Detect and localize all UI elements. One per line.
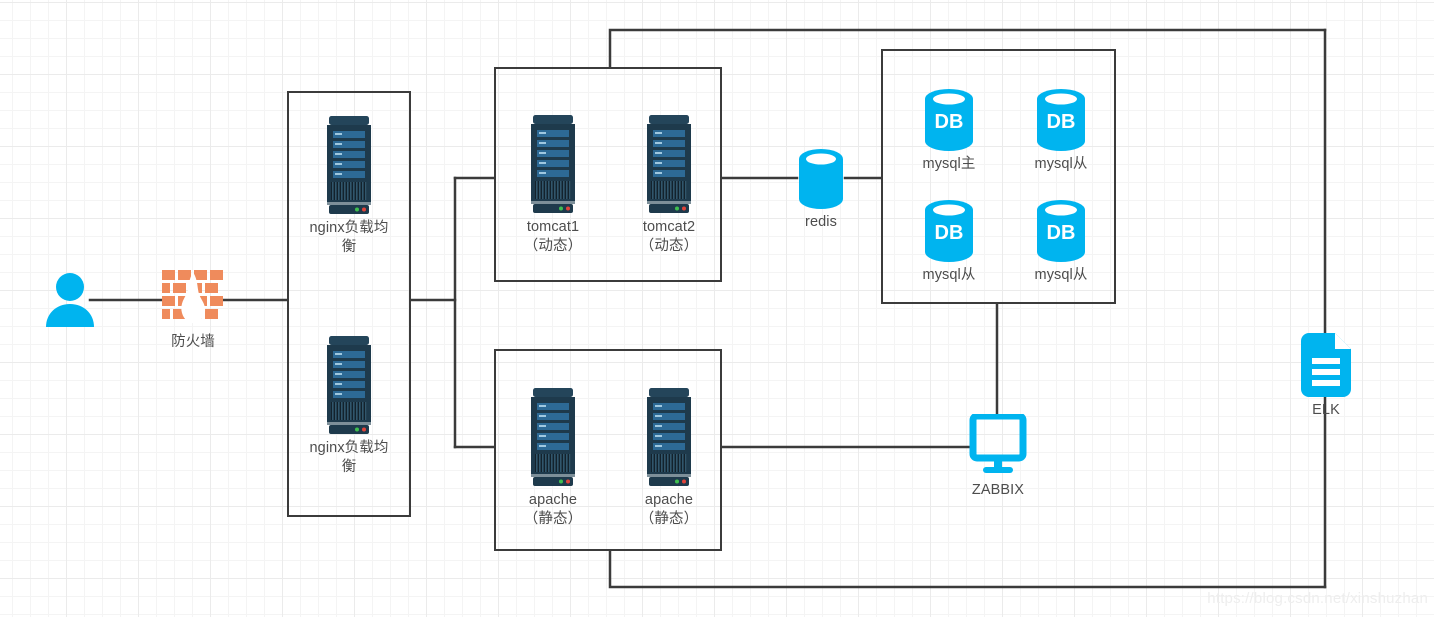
node-firewall[interactable]: 防火墙: [161, 270, 225, 352]
node-apache2-label: apache （静态）: [639, 492, 699, 527]
wire-apache-bottom-to-elk: [608, 549, 1327, 589]
node-nginx1-label: nginx负载均 衡: [309, 220, 389, 255]
node-redis-label: redis: [805, 214, 837, 230]
node-mysql-slave3-label: mysql从: [1034, 267, 1088, 283]
server-icon: [531, 115, 575, 213]
server-icon: [647, 115, 691, 213]
node-apache2[interactable]: apache （静态）: [625, 388, 713, 528]
svg-text:DB: DB: [935, 111, 964, 133]
node-elk[interactable]: ELK: [1297, 332, 1355, 420]
node-mysql-slave2[interactable]: DB mysql从: [913, 199, 985, 285]
server-icon: [327, 336, 371, 434]
db-cylinder-icon: DB: [925, 200, 973, 262]
node-mysql-slave1[interactable]: DB mysql从: [1025, 88, 1097, 174]
watermark: https://blog.csdn.net/xinshuzhan: [1207, 590, 1428, 607]
server-icon: [647, 388, 691, 486]
node-tomcat1-label: tomcat1 （动态）: [523, 219, 583, 254]
node-mysql-master-label: mysql主: [922, 156, 976, 172]
node-tomcat2-label: tomcat2 （动态）: [639, 219, 699, 254]
server-icon: [327, 116, 371, 214]
svg-text:DB: DB: [1047, 111, 1076, 133]
node-nginx2[interactable]: nginx负载均 衡: [300, 336, 398, 476]
node-mysql-master[interactable]: DB mysql主: [913, 88, 985, 174]
node-nginx2-label: nginx负载均 衡: [309, 440, 389, 475]
firewall-icon: [162, 270, 223, 323]
monitor-icon: [969, 414, 1027, 473]
node-firewall-label: 防火墙: [171, 334, 215, 350]
node-redis[interactable]: redis: [793, 148, 849, 232]
node-mysql-slave1-label: mysql从: [1034, 156, 1088, 172]
node-tomcat2[interactable]: tomcat2 （动态）: [625, 115, 713, 255]
diagram-canvas: 防火墙 nginx负载均 衡 nginx负载均 衡 tomcat1 （动态） t…: [0, 0, 1434, 617]
node-apache1[interactable]: apache （静态）: [509, 388, 597, 528]
db-cylinder-icon: DB: [1037, 200, 1085, 262]
node-nginx1[interactable]: nginx负载均 衡: [300, 116, 398, 256]
node-mysql-slave3[interactable]: DB mysql从: [1025, 199, 1097, 285]
database-cylinder-icon: [799, 149, 843, 209]
node-tomcat1[interactable]: tomcat1 （动态）: [509, 115, 597, 255]
db-cylinder-icon: DB: [925, 89, 973, 151]
node-mysql-slave2-label: mysql从: [922, 267, 976, 283]
document-icon: [1301, 333, 1351, 397]
node-elk-label: ELK: [1312, 402, 1340, 418]
db-cylinder-icon: DB: [1037, 89, 1085, 151]
user-icon: [46, 273, 94, 327]
svg-text:DB: DB: [935, 222, 964, 244]
node-apache1-label: apache （静态）: [523, 492, 583, 527]
svg-text:DB: DB: [1047, 222, 1076, 244]
node-zabbix-label: ZABBIX: [971, 482, 1025, 498]
server-icon: [531, 388, 575, 486]
node-zabbix[interactable]: ZABBIX: [963, 414, 1033, 500]
node-user[interactable]: [42, 272, 98, 328]
